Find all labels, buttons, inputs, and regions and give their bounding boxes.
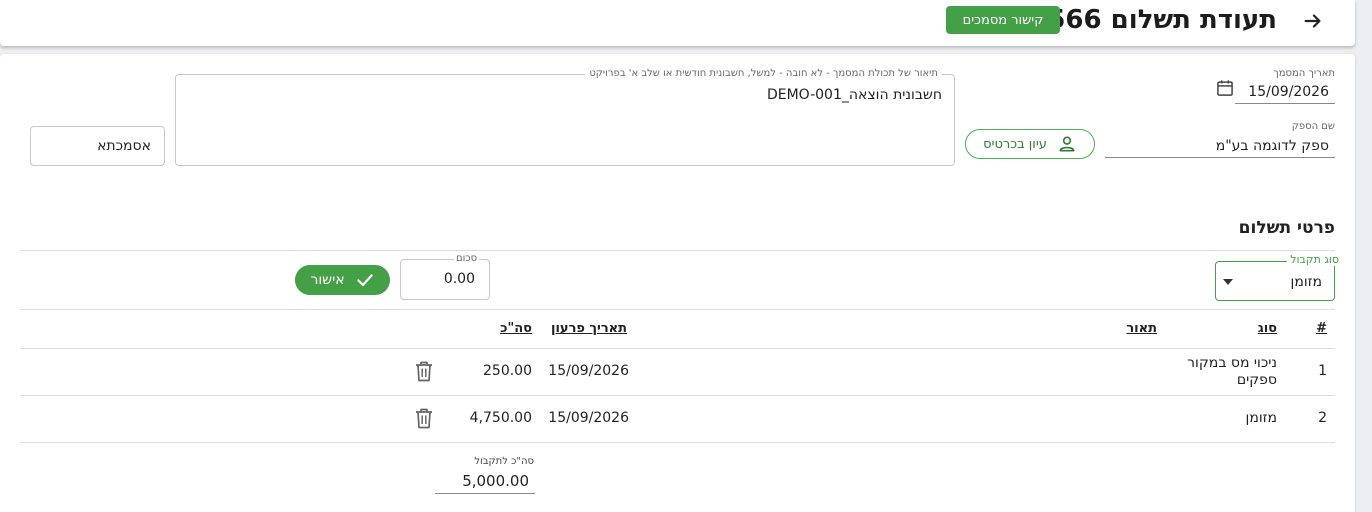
divider <box>20 395 1335 396</box>
supplier-label: שם הספק <box>1291 121 1335 132</box>
arrow-right-icon[interactable] <box>1302 10 1324 32</box>
view-card-button[interactable]: עיון בכרטיס <box>965 129 1095 159</box>
page-header: תעודת תשלום 566 קישור מסמכים <box>0 0 1355 46</box>
row-total: 250.00 <box>483 363 532 379</box>
page-title: תעודת תשלום 566 <box>1047 5 1277 35</box>
check-icon <box>356 274 373 287</box>
description-label: תיאור של תכולת המסמך - לא חובה - למשל, ח… <box>585 68 942 79</box>
amount-field[interactable]: 0.00 <box>400 259 490 300</box>
payment-section-title: פרטי תשלום <box>1238 218 1335 238</box>
payment-type-select[interactable]: מזומן <box>1215 261 1335 301</box>
reference-value: אסמכתא <box>97 138 151 154</box>
col-header-num[interactable]: # <box>1316 321 1327 336</box>
row-type: מזומן <box>1245 410 1278 426</box>
caret-down-icon <box>1223 279 1233 285</box>
row-num: 2 <box>1318 410 1327 426</box>
approve-label: אישור <box>310 272 345 288</box>
trash-icon[interactable] <box>414 407 434 429</box>
amount-label: סכום <box>454 253 480 264</box>
row-due-date: 15/09/2026 <box>548 363 629 379</box>
row-type: ניכוי מס במקור <box>1187 355 1277 371</box>
divider <box>20 348 1335 349</box>
reference-field[interactable]: אסמכתא <box>30 126 165 166</box>
col-header-due-date[interactable]: תאריך פרעון <box>551 321 627 336</box>
link-documents-button[interactable]: קישור מסמכים <box>946 6 1060 34</box>
row-type-line2: ספקים <box>1236 372 1277 388</box>
total-value: 5,000.00 <box>435 468 535 494</box>
row-due-date: 15/09/2026 <box>548 410 629 426</box>
approve-button[interactable]: אישור <box>295 265 390 295</box>
trash-icon[interactable] <box>414 360 434 382</box>
row-total: 4,750.00 <box>469 410 532 426</box>
divider <box>20 442 1335 443</box>
col-header-total[interactable]: סה"כ <box>500 321 532 336</box>
doc-date-input[interactable]: 15/09/2026 <box>1235 78 1335 104</box>
total-label: סה"כ לתקבול <box>474 456 534 467</box>
amount-value: 0.00 <box>443 271 475 287</box>
row-num: 1 <box>1318 363 1327 379</box>
description-value: חשבונית הוצאה_DEMO-001 <box>766 87 942 103</box>
divider <box>20 250 1335 251</box>
payment-type-label: סוג תקבול <box>1287 253 1342 266</box>
person-icon <box>1059 136 1075 152</box>
description-field[interactable]: חשבונית הוצאה_DEMO-001 <box>175 74 955 166</box>
supplier-input[interactable]: ספק לדוגמה בע"מ <box>1105 132 1335 158</box>
payment-type-value: מזומן <box>1290 274 1323 290</box>
divider <box>20 309 1335 310</box>
col-header-description[interactable]: תאור <box>1126 321 1157 336</box>
calendar-icon[interactable] <box>1215 78 1235 98</box>
col-header-type[interactable]: סוג <box>1258 321 1277 336</box>
view-card-label: עיון בכרטיס <box>983 136 1047 152</box>
